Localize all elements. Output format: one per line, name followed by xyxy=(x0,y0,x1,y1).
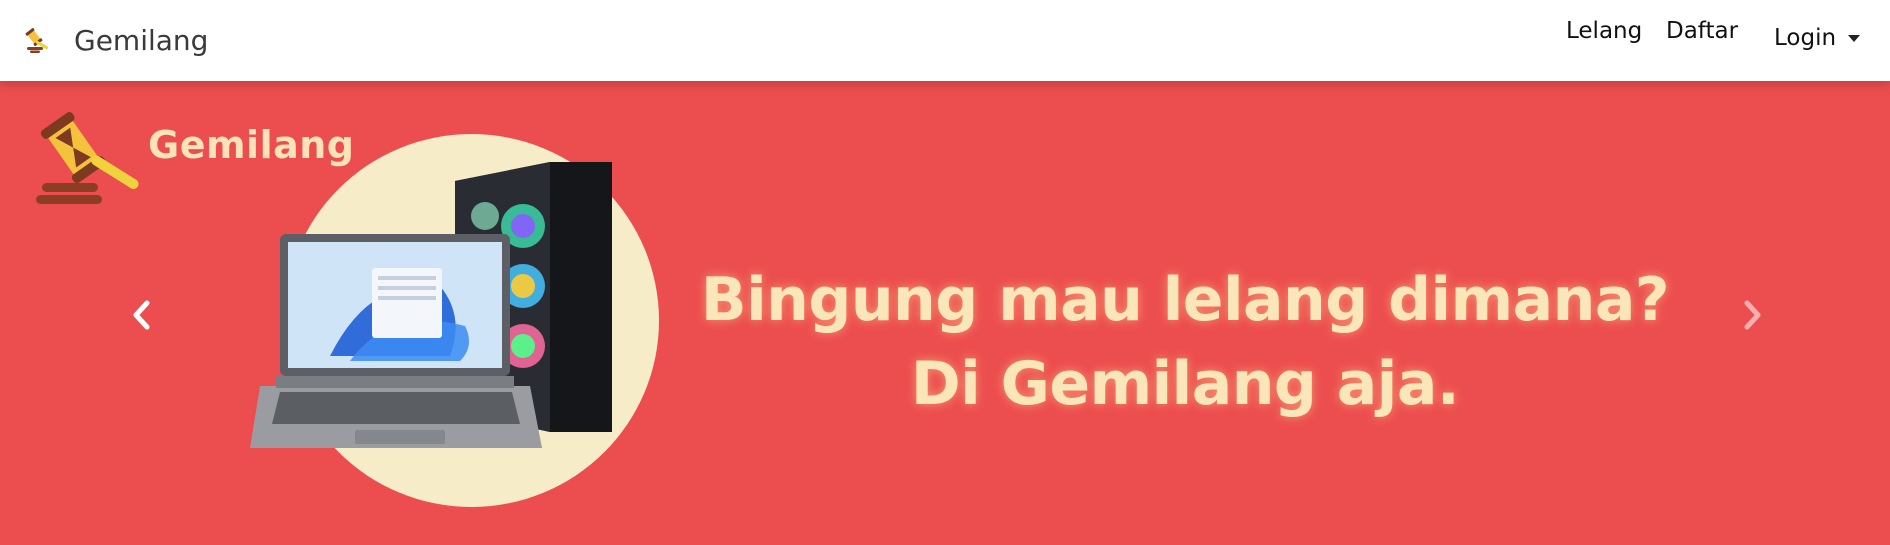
navbar: Gemilang Lelang Daftar Login xyxy=(0,0,1890,81)
laptop-and-pc-illustration xyxy=(250,162,612,448)
hero-carousel: Gemilang Bingung mau lelang dimana? Di G… xyxy=(0,81,1890,545)
chevron-left-icon xyxy=(133,300,150,330)
carousel-prev-button[interactable] xyxy=(122,293,162,337)
nav-link-lelang[interactable]: Lelang xyxy=(1566,18,1642,44)
brand-name: Gemilang xyxy=(74,23,209,57)
gavel-icon xyxy=(25,28,49,53)
gavel-icon xyxy=(36,112,139,204)
nav-link-daftar[interactable]: Daftar xyxy=(1666,18,1738,44)
carousel-next-button[interactable] xyxy=(1732,293,1772,337)
nav-login-dropdown[interactable]: Login xyxy=(1774,25,1861,51)
hero-headline: Bingung mau lelang dimana? Di Gemilang a… xyxy=(680,258,1690,426)
login-label: Login xyxy=(1774,25,1837,51)
navbar-brand[interactable]: Gemilang xyxy=(24,20,208,60)
chevron-right-icon xyxy=(1744,300,1761,330)
caret-down-icon xyxy=(1848,34,1861,42)
headline-line-1: Bingung mau lelang dimana? xyxy=(700,265,1670,335)
headline-line-2: Di Gemilang aja. xyxy=(910,349,1460,419)
laptop-icon xyxy=(250,234,542,448)
